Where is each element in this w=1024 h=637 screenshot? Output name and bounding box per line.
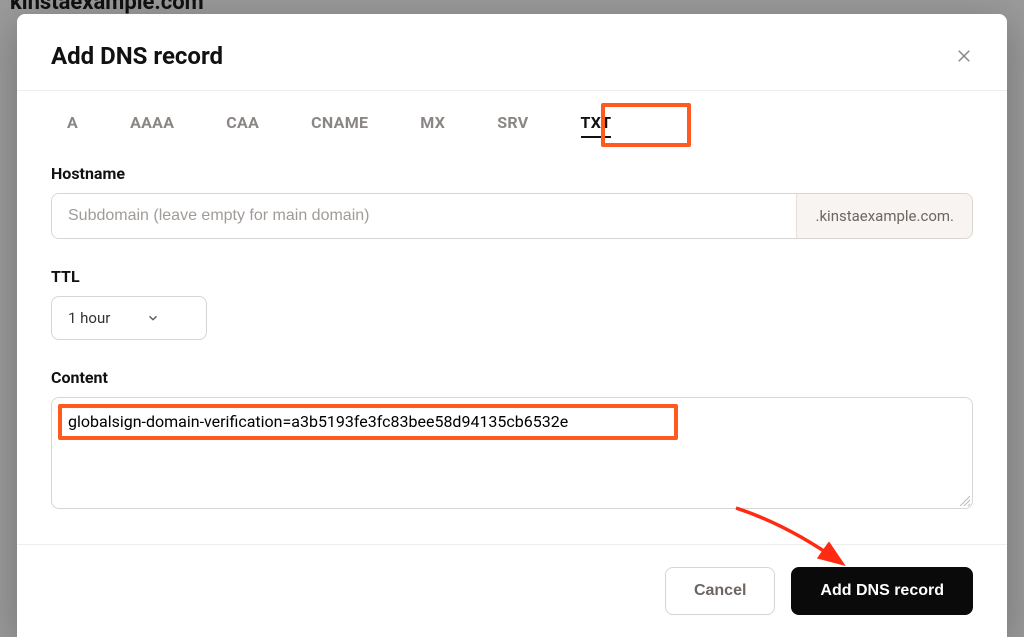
ttl-select[interactable]: 1 hour [51, 296, 207, 340]
modal-title: Add DNS record [51, 42, 223, 70]
annotation-txt-highlight [601, 103, 691, 147]
content-textarea[interactable] [66, 410, 958, 496]
hostname-field-group: .kinstaexample.com. [51, 193, 973, 239]
backdrop-domain-text: kinstaexample.com [10, 0, 204, 15]
tab-a[interactable]: A [67, 109, 78, 138]
tab-caa[interactable]: CAA [226, 109, 259, 138]
add-dns-record-button[interactable]: Add DNS record [791, 567, 973, 615]
ttl-field-group: TTL 1 hour [51, 267, 973, 340]
tab-txt[interactable]: TXT [581, 109, 612, 138]
add-dns-modal: Add DNS record A AAAA CAA CNAME MX SRV T… [17, 14, 1007, 637]
hostname-label: Hostname [51, 164, 973, 183]
record-type-tabs: A AAAA CAA CNAME MX SRV TXT [17, 91, 1007, 156]
tab-cname[interactable]: CNAME [311, 109, 368, 138]
close-icon[interactable] [955, 47, 973, 65]
ttl-value: 1 hour [68, 309, 110, 327]
hostname-input[interactable] [52, 194, 796, 238]
cancel-button[interactable]: Cancel [665, 567, 775, 615]
hostname-suffix: .kinstaexample.com. [796, 194, 972, 238]
chevron-down-icon [146, 311, 160, 325]
tab-srv[interactable]: SRV [497, 109, 528, 138]
ttl-label: TTL [51, 267, 973, 286]
content-label: Content [51, 368, 973, 387]
modal-header: Add DNS record [17, 14, 1007, 91]
content-field-wrapper [51, 397, 973, 509]
resize-handle-icon[interactable] [958, 494, 970, 506]
form-body: Hostname .kinstaexample.com. TTL 1 hour … [17, 156, 1007, 544]
tab-aaaa[interactable]: AAAA [130, 109, 174, 138]
tab-mx[interactable]: MX [420, 109, 445, 138]
modal-footer: Cancel Add DNS record [17, 544, 1007, 637]
